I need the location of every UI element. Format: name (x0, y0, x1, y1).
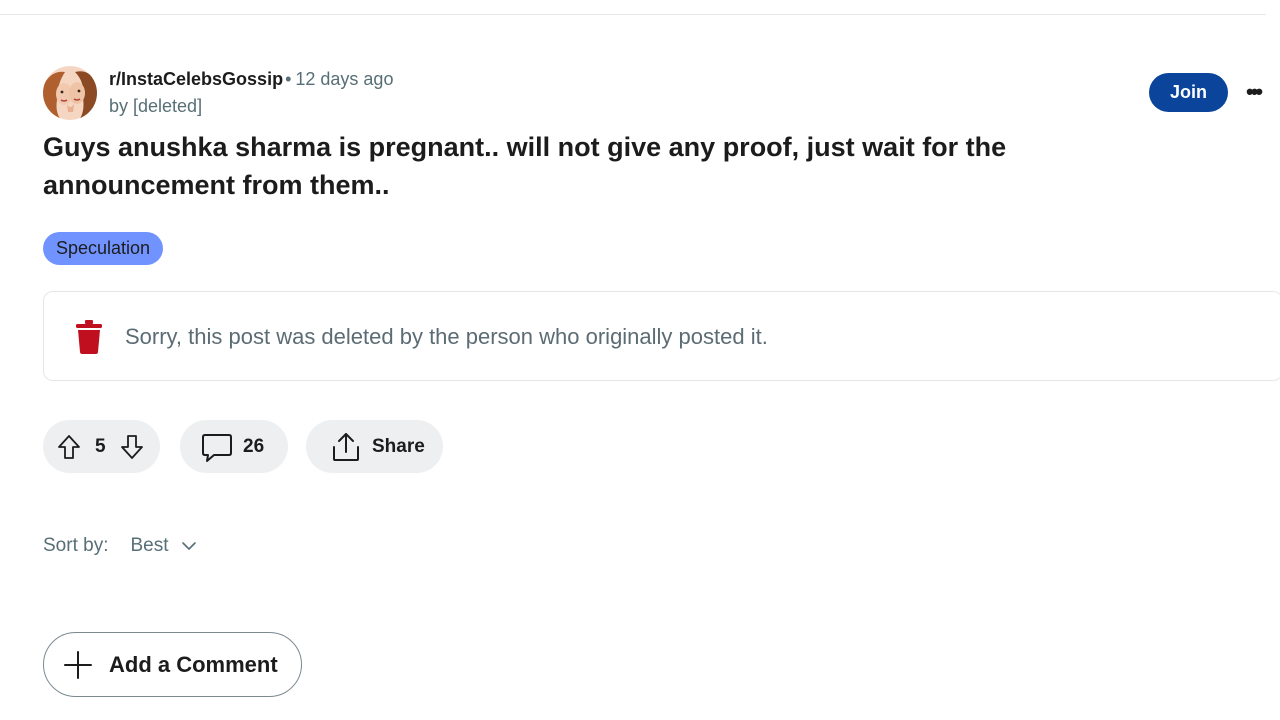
join-button[interactable]: Join (1149, 73, 1228, 112)
more-options-button[interactable]: ••• (1246, 74, 1280, 110)
sort-label: Sort by: (43, 535, 109, 556)
trash-icon (75, 320, 103, 354)
post-meta: r/InstaCelebsGossip • 12 days ago by [dele… (109, 67, 393, 118)
share-icon (330, 431, 362, 463)
post-author: by [deleted] (109, 96, 203, 116)
vote-count: 5 (95, 435, 106, 457)
post-time: 12 days ago (295, 69, 394, 89)
plus-icon (63, 650, 93, 680)
share-button[interactable]: Share (306, 420, 443, 473)
add-comment-button[interactable]: Add a Comment (43, 632, 302, 697)
post-header: r/InstaCelebsGossip • 12 days ago by [dele… (43, 64, 1280, 120)
comment-count: 26 (243, 435, 265, 457)
deleted-message: Sorry, this post was deleted by the pers… (125, 324, 768, 349)
add-comment-label: Add a Comment (109, 651, 278, 677)
sort-value: Best (130, 535, 169, 556)
top-divider (0, 14, 1266, 15)
meta-separator: • (285, 69, 292, 89)
subreddit-avatar[interactable] (43, 66, 97, 120)
comments-button[interactable]: 26 (180, 420, 288, 473)
post-flair[interactable]: Speculation (43, 232, 164, 265)
post-title: Guys anushka sharma is pregnant.. will n… (43, 132, 1007, 200)
sort-control: Sort by: Best (43, 533, 197, 559)
sort-dropdown[interactable]: Best (130, 533, 196, 559)
share-label: Share (372, 435, 425, 457)
chevron-down-icon (181, 541, 197, 551)
subreddit-link[interactable]: r/InstaCelebsGossip (109, 69, 283, 89)
comment-icon (201, 431, 233, 463)
vote-controls: 5 (43, 420, 160, 473)
upvote-icon[interactable] (57, 434, 81, 460)
deleted-post-notice: Sorry, this post was deleted by the pers… (43, 291, 1280, 381)
downvote-icon[interactable] (120, 434, 144, 460)
